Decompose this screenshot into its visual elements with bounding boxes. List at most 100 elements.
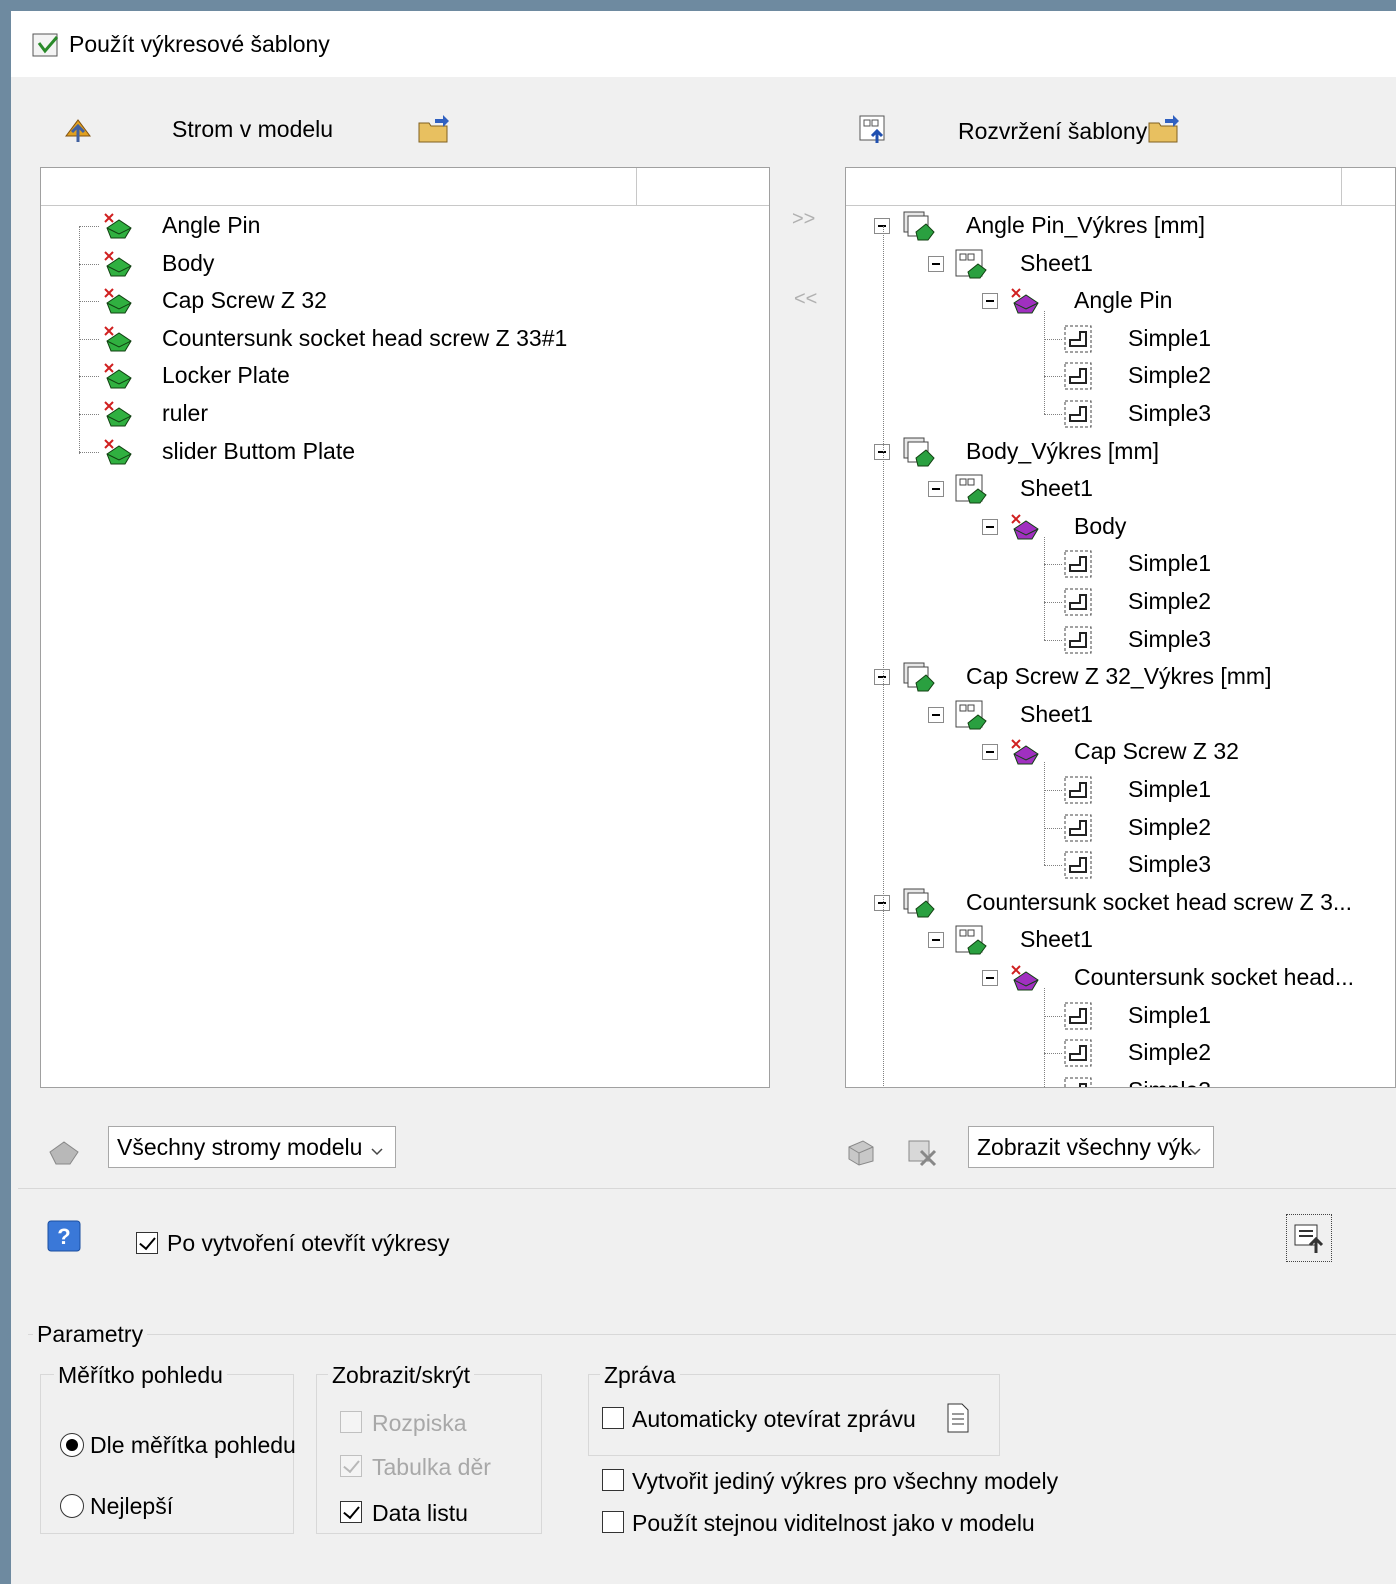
model-node-label: Countersunk socket head... — [1074, 964, 1354, 990]
model-tree-item[interactable]: Countersunk socket head screw Z 33#1 — [41, 321, 741, 357]
report-title: Zpráva — [600, 1362, 680, 1389]
collapse-toggle[interactable] — [928, 481, 944, 498]
model-tree-item-label: Cap Screw Z 32 — [162, 287, 327, 314]
view-node[interactable]: Simple2 — [846, 584, 1395, 620]
view-node[interactable]: Simple2 — [846, 810, 1395, 846]
sheet-node[interactable]: Sheet1 — [846, 697, 1395, 733]
drawing-node[interactable]: Countersunk socket head screw Z 3... — [846, 885, 1395, 921]
create-drawings-button[interactable] — [1286, 1214, 1332, 1262]
template-layout-icon[interactable] — [854, 110, 894, 150]
view-scale-title: Měřítko pohledu — [54, 1362, 227, 1389]
open-after-create-checkbox[interactable] — [136, 1232, 158, 1254]
open-folder-icon[interactable] — [414, 110, 454, 150]
view-node[interactable]: Simple3 — [846, 396, 1395, 432]
drawing-filter-value: Zobrazit všechny výk — [977, 1133, 1192, 1160]
view-node[interactable]: Simple1 — [846, 321, 1395, 357]
model-part-icon — [1006, 736, 1042, 768]
model-tree-item[interactable]: Locker Plate — [41, 358, 741, 394]
drawing-icon — [902, 210, 938, 242]
drawing-filter-combo[interactable]: Zobrazit všechny výk — [968, 1126, 1214, 1168]
drawing-node[interactable]: Body_Výkres [mm] — [846, 434, 1395, 470]
model-node-label: Body — [1074, 512, 1127, 539]
model-tree-item-label: Countersunk socket head screw Z 33#1 — [162, 324, 568, 351]
drawing-node[interactable]: Angle Pin_Výkres [mm] — [846, 208, 1395, 244]
view-node[interactable]: Simple1 — [846, 772, 1395, 808]
view-node-label: Simple1 — [1128, 1001, 1212, 1028]
collapse-toggle[interactable] — [982, 293, 998, 310]
view-node[interactable]: Simple2 — [846, 358, 1395, 394]
model-tree-item-label: Locker Plate — [162, 362, 290, 389]
remove-from-template-button[interactable]: << — [794, 288, 817, 311]
collapse-toggle[interactable] — [928, 255, 944, 272]
collapse-toggle[interactable] — [874, 669, 890, 686]
collapse-toggle[interactable] — [874, 218, 890, 234]
view-node[interactable]: Simple3 — [846, 847, 1395, 883]
sheet-node[interactable]: Sheet1 — [846, 471, 1395, 507]
collapse-toggle[interactable] — [928, 706, 944, 723]
window-frame-top — [0, 0, 1396, 11]
view-node-label: Simple3 — [1128, 625, 1212, 652]
help-icon[interactable]: ? — [44, 1218, 84, 1254]
scale-best-radio[interactable] — [60, 1494, 84, 1518]
model-node[interactable]: Angle Pin — [846, 283, 1395, 319]
drawing-icon — [902, 887, 938, 919]
scale-best-label: Nejlepší — [90, 1493, 174, 1519]
view-node[interactable]: Simple1 — [846, 998, 1395, 1034]
model-part-icon — [1006, 962, 1042, 994]
view-node-label: Simple2 — [1128, 362, 1212, 389]
sheet-node-label: Sheet1 — [1020, 475, 1093, 502]
collapse-toggle[interactable] — [874, 443, 890, 460]
add-to-template-button[interactable]: >> — [792, 208, 815, 231]
view-node[interactable]: Simple3 — [846, 1073, 1395, 1087]
view-node-label: Simple3 — [1128, 400, 1212, 426]
sheet-data-checkbox[interactable] — [340, 1501, 362, 1523]
sheet-node-label: Sheet1 — [1020, 249, 1093, 276]
open-after-create-label: Po vytvoření otevřít výkresy — [167, 1230, 450, 1256]
template-layout-panel[interactable]: Angle Pin_Výkres [mm] Sheet1 Angle Pin Simp… — [845, 167, 1396, 1088]
model-tree-item[interactable]: Angle Pin — [41, 208, 741, 244]
collapse-toggle[interactable] — [982, 518, 998, 535]
auto-open-report-checkbox[interactable] — [602, 1407, 624, 1429]
model-tree-home-icon[interactable] — [58, 110, 98, 150]
delete-drawing-icon[interactable] — [902, 1132, 942, 1172]
model-part-icon — [1006, 511, 1042, 543]
drawing-node-label: Angle Pin_Výkres [mm] — [966, 212, 1206, 238]
view-node-label: Simple3 — [1128, 1077, 1211, 1087]
view-node[interactable]: Simple1 — [846, 546, 1395, 582]
model-node[interactable]: Cap Screw Z 32 — [846, 734, 1395, 770]
model-tree-item[interactable]: Cap Screw Z 32 — [41, 283, 741, 319]
model-tree-item[interactable]: ruler — [41, 396, 741, 432]
model-tree-item[interactable]: Body — [41, 246, 741, 282]
title-bar: Použít výkresové šablony — [11, 11, 1396, 77]
view-icon — [1062, 850, 1096, 880]
collapse-toggle[interactable] — [928, 932, 944, 949]
sheet-icon — [954, 473, 990, 505]
same-visibility-checkbox[interactable] — [602, 1511, 624, 1533]
same-visibility-label: Použít stejnou viditelnost jako v modelu — [632, 1510, 1035, 1536]
model-tree-filter-combo[interactable]: Všechny stromy modelu — [108, 1126, 396, 1168]
model-node[interactable]: Body — [846, 509, 1395, 545]
single-drawing-checkbox[interactable] — [602, 1469, 624, 1491]
sheet-node[interactable]: Sheet1 — [846, 246, 1395, 282]
drawing-node[interactable]: Cap Screw Z 32_Výkres [mm] — [846, 659, 1395, 695]
view-node[interactable]: Simple2 — [846, 1035, 1395, 1071]
model-tree-item-label: slider Buttom Plate — [162, 437, 356, 464]
report-document-icon[interactable] — [938, 1398, 978, 1438]
view-icon — [1062, 1076, 1096, 1087]
collapse-toggle[interactable] — [982, 970, 998, 986]
view-node[interactable]: Simple3 — [846, 622, 1395, 658]
collapse-toggle[interactable] — [982, 744, 998, 761]
sheet-node[interactable]: Sheet1 — [846, 922, 1395, 958]
single-drawing-label: Vytvořit jediný výkres pro všechny model… — [632, 1468, 1059, 1494]
view-icon — [1062, 361, 1096, 391]
model-part-icon — [99, 398, 135, 430]
model-node[interactable]: Countersunk socket head... — [846, 960, 1395, 996]
open-folder-icon[interactable] — [1144, 110, 1184, 150]
collapse-toggle[interactable] — [874, 894, 890, 911]
model-part-icon — [99, 248, 135, 280]
layers-icon[interactable] — [840, 1132, 880, 1172]
model-tree-panel[interactable]: Angle Pin Body Cap Screw Z 32 Countersunk s… — [40, 167, 770, 1088]
view-node-label: Simple1 — [1128, 324, 1212, 351]
model-tree-item[interactable]: slider Buttom Plate — [41, 434, 741, 470]
scale-by-view-radio[interactable] — [60, 1433, 84, 1457]
